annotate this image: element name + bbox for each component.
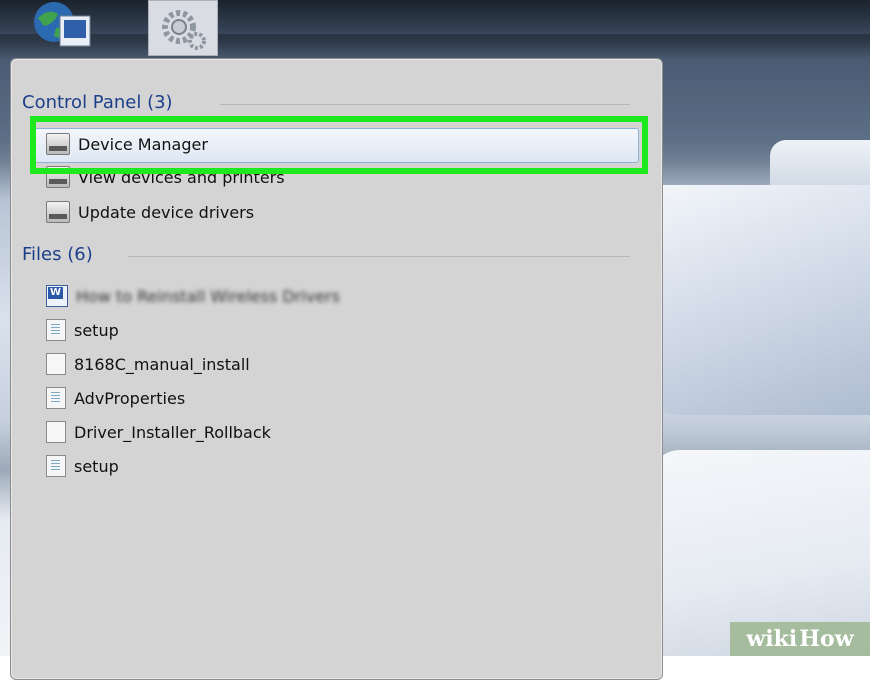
taskbar-top	[0, 0, 870, 34]
divider	[220, 104, 630, 105]
text-file-icon	[46, 387, 66, 409]
file-item[interactable]: setup	[46, 316, 119, 344]
watermark-part2: How	[799, 626, 854, 652]
watermark-part1: wiki	[746, 626, 798, 652]
gear-icon[interactable]	[148, 0, 218, 56]
file-item[interactable]: AdvProperties	[46, 384, 185, 412]
blank-file-icon	[46, 353, 66, 375]
group-header-control-panel: Control Panel (3)	[22, 92, 173, 113]
group-header-files: Files (6)	[22, 244, 93, 265]
result-label: Update device drivers	[78, 202, 255, 222]
wikihow-watermark: wiki How	[730, 622, 870, 656]
word-doc-icon	[46, 285, 68, 307]
globe-icon[interactable]	[30, 0, 96, 50]
result-label: Driver_Installer_Rollback	[74, 422, 271, 442]
highlight-box	[30, 116, 648, 174]
background-ice	[640, 185, 870, 415]
divider	[128, 256, 630, 257]
text-file-icon	[46, 455, 66, 477]
result-label: setup	[74, 456, 119, 476]
result-label: setup	[74, 320, 119, 340]
file-item[interactable]: setup	[46, 452, 119, 480]
device-manager-icon	[46, 201, 70, 223]
result-label: 8168C_manual_install	[74, 354, 250, 374]
result-update-device-drivers[interactable]: Update device drivers	[46, 198, 254, 226]
result-label: How to Reinstall Wireless Drivers	[76, 286, 340, 306]
file-item[interactable]: 8168C_manual_install	[46, 350, 250, 378]
file-item[interactable]: Driver_Installer_Rollback	[46, 418, 271, 446]
blank-file-icon	[46, 421, 66, 443]
text-file-icon	[46, 319, 66, 341]
result-label: AdvProperties	[74, 388, 186, 408]
file-item[interactable]: How to Reinstall Wireless Drivers	[46, 282, 340, 310]
